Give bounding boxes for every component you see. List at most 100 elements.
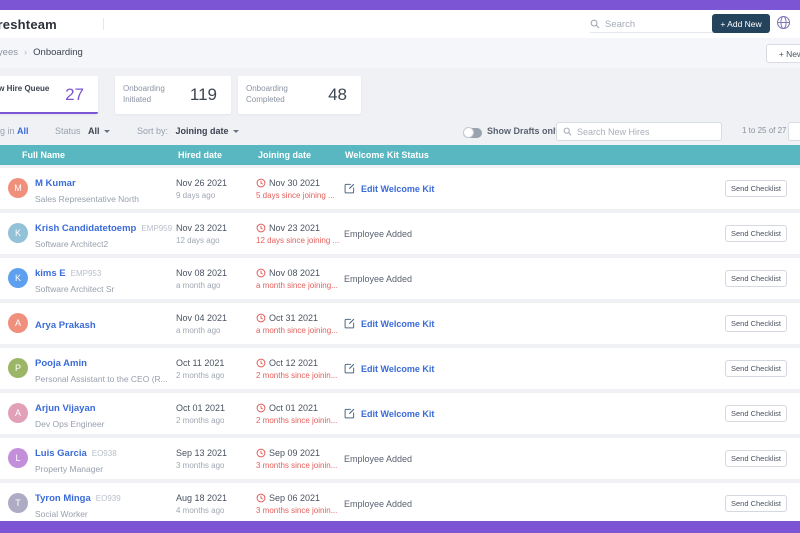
joining-in-value[interactable]: All	[17, 126, 29, 136]
table-row: A Arya Prakash Nov 04 2021 a month ago O…	[0, 303, 800, 344]
welcome-kit-cell: Edit Welcome Kit	[344, 348, 434, 389]
new-hires-search-input[interactable]: Search New Hires	[556, 122, 722, 141]
status-label: Status	[55, 126, 81, 136]
edit-pencil-icon	[344, 408, 355, 419]
global-search-input[interactable]: Search	[590, 16, 720, 33]
hired-date-cell: Oct 11 2021 2 months ago	[176, 348, 224, 389]
edit-pencil-icon	[344, 183, 355, 194]
employee-name-link[interactable]: Arya Prakash	[35, 320, 96, 331]
freshteam-logo: freshteam	[0, 17, 57, 32]
clock-icon	[256, 448, 266, 458]
send-checklist-button[interactable]: Send Checklist	[725, 270, 787, 287]
app-header: freshteam Search + Add New	[0, 10, 800, 38]
sort-filter[interactable]: Sort by: Joining date	[137, 126, 239, 136]
breadcrumb-parent[interactable]: Employees	[0, 47, 18, 58]
name-cell: Luis GarciaEO938 Property Manager	[35, 438, 117, 479]
employee-name-link[interactable]: M Kumar	[35, 178, 76, 189]
column-header-welcome-kit-status: Welcome Kit Status	[345, 150, 429, 160]
edit-welcome-kit-link[interactable]: Edit Welcome Kit	[344, 408, 434, 419]
joining-date: Nov 23 2021	[269, 223, 320, 233]
employee-name-link[interactable]: Tyron Minga	[35, 493, 91, 504]
welcome-kit-cell: Employee Added	[344, 258, 412, 299]
edit-welcome-kit-link[interactable]: Edit Welcome Kit	[344, 183, 434, 194]
search-icon	[563, 127, 572, 136]
joining-date-cell: Nov 30 2021 5 days since joining ...	[256, 168, 335, 209]
clock-icon	[256, 268, 266, 278]
name-cell: Pooja Amin Personal Assistant to the CEO…	[35, 348, 168, 389]
send-checklist-button[interactable]: Send Checklist	[725, 405, 787, 422]
welcome-kit-status-text: Employee Added	[344, 229, 412, 239]
hired-date: Aug 18 2021	[176, 493, 227, 503]
joining-in-filter[interactable]: g in All	[0, 126, 29, 136]
new-button[interactable]: + New	[766, 44, 800, 63]
pagination-next-button[interactable]	[788, 122, 800, 141]
status-value[interactable]: All	[88, 126, 100, 136]
send-checklist-button[interactable]: Send Checklist	[725, 225, 787, 242]
name-cell: Krish CandidatetoempEMP959 Software Arch…	[35, 213, 172, 254]
welcome-kit-cell: Employee Added	[344, 483, 412, 524]
welcome-kit-cell: Edit Welcome Kit	[344, 303, 434, 344]
employee-job-title: Dev Ops Engineer	[35, 419, 104, 429]
avatar: P	[8, 358, 28, 378]
hired-date: Nov 23 2021	[176, 223, 227, 233]
hired-date-relative: a month ago	[176, 281, 227, 290]
app-switcher-globe-icon[interactable]	[776, 15, 791, 30]
onboarding-page: freshteam Search + Add New Employees›Onb…	[0, 0, 800, 533]
welcome-kit-cell: Employee Added	[344, 213, 412, 254]
employee-job-title: Social Worker	[35, 509, 121, 519]
status-filter[interactable]: Status All	[55, 126, 110, 136]
send-checklist-button[interactable]: Send Checklist	[725, 450, 787, 467]
employee-name-link[interactable]: Krish Candidatetoemp	[35, 223, 136, 234]
hired-date-relative: 2 months ago	[176, 371, 224, 380]
employee-name-link[interactable]: kims E	[35, 268, 66, 279]
add-new-button[interactable]: + Add New	[712, 14, 770, 33]
employee-job-title: Software Architect Sr	[35, 284, 114, 294]
filter-bar: g in All Status All Sort by: Joining dat…	[0, 122, 800, 144]
chevron-down-icon	[233, 130, 239, 133]
hired-date-cell: Oct 01 2021 2 months ago	[176, 393, 225, 434]
employee-id: EO939	[96, 494, 121, 503]
hired-date: Oct 01 2021	[176, 403, 225, 413]
joining-date-cell: Oct 12 2021 2 months since joinin...	[256, 348, 337, 389]
name-cell: Arjun Vijayan Dev Ops Engineer	[35, 393, 104, 434]
card-value: 119	[190, 85, 217, 105]
hired-date: Nov 04 2021	[176, 313, 227, 323]
employee-job-title: Sales Representative North	[35, 194, 139, 204]
name-cell: Tyron Minga EO939 Social Worker	[35, 483, 121, 524]
employee-name-link[interactable]: Pooja Amin	[35, 358, 87, 369]
joining-overdue-text: a month since joining...	[256, 326, 338, 335]
pagination-status: 1 to 25 of 27	[742, 126, 786, 135]
card-new-hire-queue[interactable]: New Hire Queue 27	[0, 76, 98, 114]
employee-job-title: Personal Assistant to the CEO (R...	[35, 374, 168, 384]
employee-name-link[interactable]: Luis Garcia	[35, 448, 87, 459]
joining-date-cell: Sep 06 2021 3 months since joinin...	[256, 483, 337, 524]
show-drafts-toggle[interactable]	[463, 128, 482, 138]
edit-welcome-kit-link[interactable]: Edit Welcome Kit	[344, 363, 434, 374]
sort-value[interactable]: Joining date	[176, 126, 229, 136]
card-onboarding-initiated[interactable]: Onboarding Initiated 119	[115, 76, 231, 114]
global-search-placeholder: Search	[605, 19, 635, 30]
clock-icon	[256, 403, 266, 413]
hired-date-relative: 9 days ago	[176, 191, 227, 200]
joining-in-label: g in	[0, 126, 15, 136]
table-row: M M Kumar Sales Representative North Nov…	[0, 168, 800, 209]
welcome-kit-cell: Edit Welcome Kit	[344, 393, 434, 434]
sort-label: Sort by:	[137, 126, 168, 136]
hired-date-cell: Nov 23 2021 12 days ago	[176, 213, 227, 254]
breadcrumb-current: Onboarding	[33, 47, 83, 58]
send-checklist-button[interactable]: Send Checklist	[725, 495, 787, 512]
send-checklist-button[interactable]: Send Checklist	[725, 360, 787, 377]
welcome-kit-status-text: Employee Added	[344, 499, 412, 509]
table-row: P Pooja Amin Personal Assistant to the C…	[0, 348, 800, 389]
send-checklist-button[interactable]: Send Checklist	[725, 315, 787, 332]
table-row: L Luis GarciaEO938 Property Manager Sep …	[0, 438, 800, 479]
edit-welcome-kit-link[interactable]: Edit Welcome Kit	[344, 318, 434, 329]
joining-overdue-text: 3 months since joinin...	[256, 506, 337, 515]
send-checklist-button[interactable]: Send Checklist	[725, 180, 787, 197]
employee-name-link[interactable]: Arjun Vijayan	[35, 403, 96, 414]
joining-overdue-text: 2 months since joinin...	[256, 371, 337, 380]
joining-overdue-text: 2 months since joinin...	[256, 416, 337, 425]
new-hires-search-placeholder: Search New Hires	[577, 127, 650, 137]
card-onboarding-completed[interactable]: Onboarding Completed 48	[238, 76, 361, 114]
hired-date-cell: Sep 13 2021 3 months ago	[176, 438, 227, 479]
